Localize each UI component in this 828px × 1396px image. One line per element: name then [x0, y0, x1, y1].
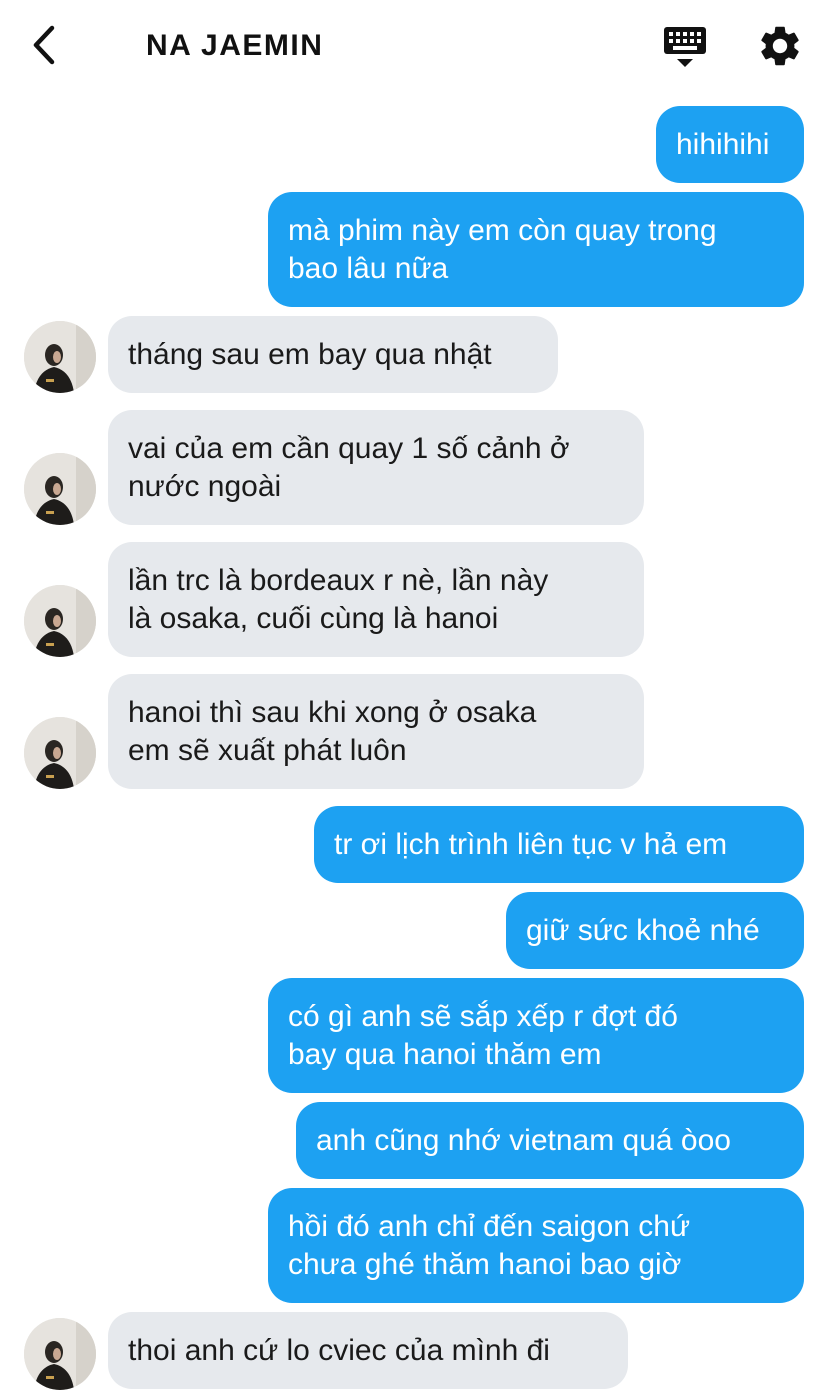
- message-text: tr ơi lịch trình liên tục v hả em: [334, 827, 728, 861]
- message-bubble[interactable]: hồi đó anh chỉ đến saigon chứ chưa ghé t…: [268, 1188, 804, 1303]
- avatar-photo: [24, 585, 96, 657]
- message-text: mà phim này em còn quay trong bao lâu nữ…: [288, 213, 717, 285]
- message-bubble[interactable]: anh cũng nhớ vietnam quá òoo: [296, 1102, 804, 1179]
- keyboard-icon: [664, 27, 706, 67]
- message-text: anh cũng nhớ vietnam quá òoo: [316, 1123, 731, 1157]
- message-text: tháng sau em bay qua nhật: [128, 337, 492, 371]
- avatar-photo: [24, 1318, 96, 1390]
- chat-header: NA JAEMIN: [0, 0, 828, 92]
- message-bubble[interactable]: giữ sức khoẻ nhé: [506, 892, 804, 969]
- message-text: thoi anh cứ lo cviec của mình đi: [128, 1333, 550, 1367]
- back-button[interactable]: [24, 22, 68, 68]
- settings-button[interactable]: [756, 22, 804, 70]
- message-bubble[interactable]: mà phim này em còn quay trong bao lâu nữ…: [268, 192, 804, 307]
- avatar[interactable]: [24, 1318, 96, 1390]
- avatar[interactable]: [24, 321, 96, 393]
- message-bubble[interactable]: hanoi thì sau khi xong ở osaka em sẽ xuấ…: [108, 674, 644, 789]
- message-text: hihihihi: [676, 127, 770, 161]
- gear-icon: [761, 26, 799, 66]
- message-text: có gì anh sẽ sắp xếp r đợt đó bay qua ha…: [288, 999, 678, 1071]
- message-bubble[interactable]: tr ơi lịch trình liên tục v hả em: [314, 806, 804, 883]
- message-text: vai của em cần quay 1 số cảnh ở nước ngo…: [128, 431, 570, 503]
- avatar[interactable]: [24, 717, 96, 789]
- message-bubble[interactable]: thoi anh cứ lo cviec của mình đi: [108, 1312, 628, 1389]
- avatar[interactable]: [24, 453, 96, 525]
- message-bubble[interactable]: vai của em cần quay 1 số cảnh ở nước ngo…: [108, 410, 644, 525]
- message-bubble[interactable]: có gì anh sẽ sắp xếp r đợt đó bay qua ha…: [268, 978, 804, 1093]
- message-bubble[interactable]: lần trc là bordeaux r nè, lần này là osa…: [108, 542, 644, 657]
- message-bubble[interactable]: hihihihi: [656, 106, 804, 183]
- conversation-title: NA JAEMIN: [146, 29, 324, 62]
- message-bubble[interactable]: tháng sau em bay qua nhật: [108, 316, 558, 393]
- message-text: giữ sức khoẻ nhé: [526, 913, 760, 947]
- avatar[interactable]: [24, 585, 96, 657]
- message-text: hanoi thì sau khi xong ở osaka em sẽ xuấ…: [128, 695, 537, 767]
- avatar-photo: [24, 717, 96, 789]
- chevron-left-icon: [33, 25, 55, 65]
- message-text: lần trc là bordeaux r nè, lần này là osa…: [128, 563, 549, 635]
- avatar-photo: [24, 321, 96, 393]
- avatar-photo: [24, 453, 96, 525]
- keyboard-button[interactable]: [660, 24, 710, 70]
- message-text: hồi đó anh chỉ đến saigon chứ chưa ghé t…: [288, 1209, 691, 1281]
